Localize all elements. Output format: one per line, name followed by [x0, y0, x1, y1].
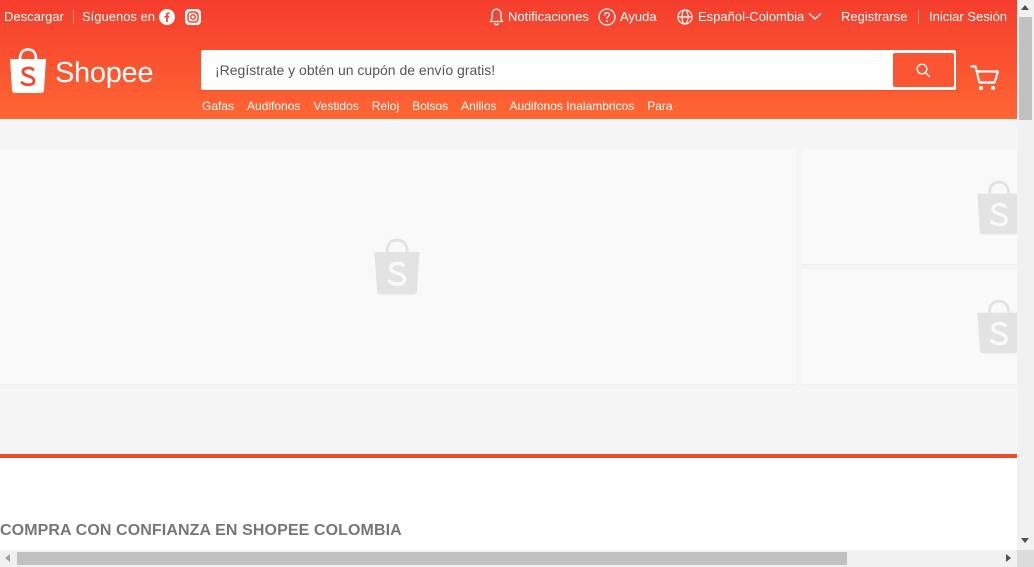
help-circle-icon[interactable]: [598, 8, 616, 26]
scroll-up-icon[interactable]: [1021, 5, 1029, 10]
suggestion-link[interactable]: Anillos: [461, 98, 496, 114]
search-icon: [916, 63, 931, 78]
download-link[interactable]: Descargar: [4, 9, 64, 25]
instagram-icon[interactable]: [185, 9, 201, 25]
shopee-bag-icon: [10, 48, 46, 93]
brand-name: Shopee: [55, 57, 154, 89]
notifications-link[interactable]: Notificaciones: [508, 9, 589, 25]
divider: [73, 10, 74, 24]
placeholder-bag-icon: [977, 299, 1017, 354]
site-header: Descargar Síguenos en Notificaciones Ayu…: [0, 0, 1017, 119]
placeholder-logo-icon: [372, 387, 422, 445]
follow-us-label: Síguenos en: [82, 9, 156, 24]
horizontal-scrollbar[interactable]: [0, 550, 1017, 567]
scroll-left-icon[interactable]: [5, 554, 10, 562]
suggestion-link[interactable]: Gafas: [202, 98, 234, 114]
page-viewport: Descargar Síguenos en Notificaciones Ayu…: [0, 0, 1017, 550]
suggestion-link[interactable]: Audifonos Inalambricos: [510, 98, 635, 114]
language-selector[interactable]: Español-Colombia: [698, 9, 804, 25]
placeholder-bag-icon: [374, 238, 420, 295]
register-link[interactable]: Registrarse: [841, 9, 907, 25]
vertical-scroll-thumb[interactable]: [1019, 17, 1032, 120]
chevron-down-icon[interactable]: [808, 12, 822, 21]
suggestion-link[interactable]: Bolsos: [412, 98, 448, 114]
search-suggestions: Gafas Audifonos Vestidos Reloj Bolsos Anillos…: [202, 97, 686, 113]
search-button[interactable]: [893, 53, 954, 87]
top-navbar: Descargar Síguenos en Notificaciones Ayu…: [0, 0, 1017, 34]
search-input[interactable]: [205, 53, 885, 87]
suggestion-link[interactable]: Para: [647, 98, 672, 114]
suggestion-link[interactable]: Reloj: [372, 98, 399, 114]
bell-icon[interactable]: [489, 8, 504, 26]
horizontal-scroll-thumb[interactable]: [17, 552, 847, 565]
help-link[interactable]: Ayuda: [620, 9, 657, 25]
facebook-icon[interactable]: [159, 9, 175, 25]
placeholder-bag-icon: [977, 180, 1017, 235]
login-link[interactable]: Iniciar Sesión: [929, 9, 1007, 25]
scrollbar-corner: [1017, 550, 1034, 567]
cart-icon[interactable]: [970, 64, 1000, 92]
trust-section-title: COMPRA CON CONFIANZA EN SHOPEE COLOMBIA: [0, 522, 402, 539]
suggestion-link[interactable]: Audifonos: [247, 98, 300, 114]
vertical-scrollbar[interactable]: [1017, 0, 1034, 550]
scroll-down-icon[interactable]: [1021, 538, 1029, 543]
scroll-right-icon[interactable]: [1006, 554, 1011, 562]
divider: [918, 10, 919, 24]
globe-icon[interactable]: [677, 9, 693, 25]
suggestion-link[interactable]: Vestidos: [313, 98, 358, 114]
search-bar: [201, 50, 956, 90]
shopee-logo[interactable]: Shopee: [8, 48, 158, 96]
